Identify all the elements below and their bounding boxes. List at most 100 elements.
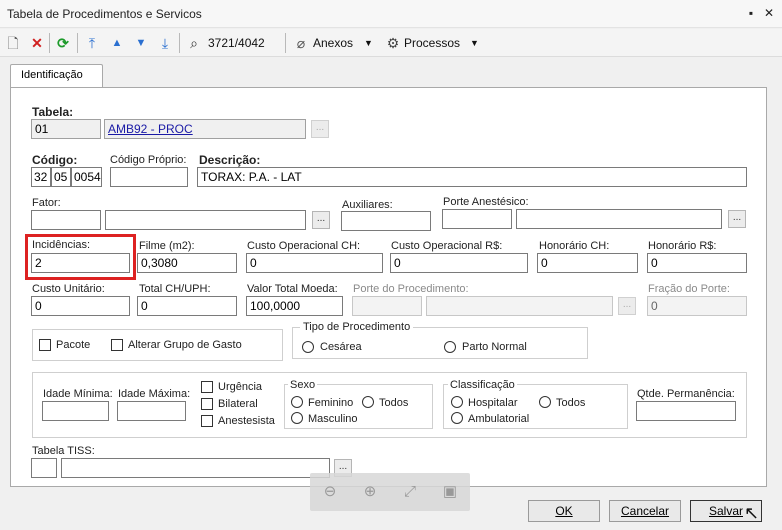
descricao-field[interactable]: TORAX: P.A. - LAT xyxy=(197,167,747,187)
fracao-porte-field[interactable]: 0 xyxy=(647,296,747,316)
sexo-masculino-radio[interactable] xyxy=(291,412,303,424)
alterar-grupo-checkbox[interactable] xyxy=(111,339,123,351)
urgencia-checkbox[interactable] xyxy=(201,381,213,393)
tabela-name-link[interactable]: AMB92 - PROC xyxy=(108,122,193,136)
fator-label: Fator: xyxy=(32,197,61,209)
filme-field[interactable]: 0,3080 xyxy=(137,253,237,273)
codigo-part-3[interactable]: 0054 xyxy=(71,167,102,187)
cancel-button[interactable]: Cancelar xyxy=(609,500,681,522)
tabela-code-field[interactable]: 01 xyxy=(31,119,101,139)
last-record-icon[interactable]: ⤓ xyxy=(156,34,174,52)
ok-button[interactable]: OK xyxy=(528,500,600,522)
incidencias-highlight xyxy=(25,234,136,280)
classificacao-todos-radio[interactable] xyxy=(539,396,551,408)
anestesista-label: Anestesista xyxy=(218,415,275,427)
attachments-dropdown-icon[interactable]: ▼ xyxy=(364,38,373,48)
porte-procedimento-label: Porte do Procedimento: xyxy=(353,283,469,295)
custo-unitario-label: Custo Unitário: xyxy=(32,283,105,295)
pacote-label: Pacote xyxy=(56,339,91,351)
descricao-label: Descrição: xyxy=(199,153,261,167)
presentation-icon[interactable]: ▣ xyxy=(441,483,459,501)
first-record-icon[interactable]: ⤒ xyxy=(83,34,101,52)
cesarea-label: Cesárea xyxy=(320,341,362,353)
gears-icon[interactable]: ⚙ xyxy=(384,34,402,52)
zoom-out-icon[interactable]: ⊖ xyxy=(321,483,339,501)
idade-maxima-field[interactable] xyxy=(117,401,186,421)
toolbar-separator xyxy=(285,33,286,53)
restore-icon[interactable]: ▪ xyxy=(744,6,758,20)
tabela-tiss-code-field[interactable] xyxy=(31,458,57,478)
valor-total-moeda-label: Valor Total Moeda: xyxy=(247,283,338,295)
fator-lookup-button[interactable]: ... xyxy=(312,211,330,229)
close-icon[interactable]: ✕ xyxy=(762,6,776,20)
binoculars-icon[interactable]: ⌕ xyxy=(185,34,203,52)
custo-unitario-field[interactable]: 0 xyxy=(31,296,130,316)
classificacao-label: Classificação xyxy=(448,379,517,391)
classificacao-ambulatorial-radio[interactable] xyxy=(451,412,463,424)
alterar-grupo-label: Alterar Grupo de Gasto xyxy=(128,339,242,351)
qtde-permanencia-field[interactable] xyxy=(636,401,736,421)
idade-minima-field[interactable] xyxy=(42,401,109,421)
sexo-todos-label: Todos xyxy=(379,397,409,409)
bilateral-label: Bilateral xyxy=(218,398,258,410)
next-record-icon[interactable]: ▼ xyxy=(132,34,150,52)
parto-normal-radio[interactable] xyxy=(444,341,456,353)
new-record-icon[interactable]: 🗋 xyxy=(4,34,22,52)
processes-dropdown-icon[interactable]: ▼ xyxy=(470,38,479,48)
tipo-procedimento-label: Tipo de Procedimento xyxy=(300,321,414,333)
codigo-part-1[interactable]: 32 xyxy=(31,167,51,187)
codigo-part-2[interactable]: 05 xyxy=(51,167,71,187)
processes-menu[interactable]: Processos xyxy=(404,36,460,50)
porte-anestesico-name-field[interactable] xyxy=(516,209,722,229)
custo-operacional-ch-label: Custo Operacional CH: xyxy=(247,240,361,252)
auxiliares-field[interactable] xyxy=(341,211,431,231)
attachments-menu[interactable]: Anexos xyxy=(313,36,353,50)
custo-operacional-rs-field[interactable]: 0 xyxy=(390,253,528,273)
toolbar-separator xyxy=(179,33,180,53)
idade-maxima-label: Idade Máxima: xyxy=(118,388,191,400)
paperclip-icon[interactable]: ⌀ xyxy=(292,34,310,52)
honorario-ch-field[interactable]: 0 xyxy=(537,253,638,273)
porte-procedimento-lookup-button[interactable]: ... xyxy=(618,297,636,315)
mouse-cursor-icon: ↖ xyxy=(744,503,760,523)
delete-icon[interactable]: ✕ xyxy=(28,34,46,52)
cesarea-radio[interactable] xyxy=(302,341,314,353)
tabela-lookup-button[interactable]: ... xyxy=(311,120,329,138)
sexo-feminino-label: Feminino xyxy=(308,397,354,409)
sexo-todos-radio[interactable] xyxy=(362,396,374,408)
save-button-label: Salvar xyxy=(708,504,743,518)
custo-operacional-ch-field[interactable]: 0 xyxy=(246,253,383,273)
pacote-checkbox[interactable] xyxy=(39,339,51,351)
porte-anestesico-lookup-button[interactable]: ... xyxy=(728,210,746,228)
tabela-name-field[interactable]: AMB92 - PROC xyxy=(104,119,306,139)
bilateral-checkbox[interactable] xyxy=(201,398,213,410)
porte-procedimento-code-field[interactable] xyxy=(352,296,422,316)
classificacao-hospitalar-radio[interactable] xyxy=(451,396,463,408)
porte-anestesico-label: Porte Anestésico: xyxy=(443,196,529,208)
anestesista-checkbox[interactable] xyxy=(201,415,213,427)
idade-minima-label: Idade Mínima: xyxy=(43,388,113,400)
zoom-in-icon[interactable]: ⊕ xyxy=(361,483,379,501)
total-ch-uph-field[interactable]: 0 xyxy=(137,296,237,316)
fator-code-field[interactable] xyxy=(31,210,101,230)
fullscreen-icon[interactable]: ⤢ xyxy=(401,483,419,501)
zoom-toolbar: ⊖ ⊕ ⤢ ▣ xyxy=(310,473,470,511)
tabela-tiss-name-field[interactable] xyxy=(61,458,330,478)
classificacao-hospitalar-label: Hospitalar xyxy=(468,397,518,409)
cancel-button-label: Cancelar xyxy=(620,504,670,518)
title-bar: Tabela de Procedimentos e Servicos ▪ ✕ xyxy=(0,0,782,28)
tabela-tiss-label: Tabela TISS: xyxy=(32,445,95,457)
honorario-rs-field[interactable]: 0 xyxy=(647,253,747,273)
sexo-feminino-radio[interactable] xyxy=(291,396,303,408)
codigo-proprio-field[interactable] xyxy=(110,167,188,187)
porte-procedimento-name-field[interactable] xyxy=(426,296,613,316)
refresh-icon[interactable]: ⟳ xyxy=(54,34,72,52)
tab-identificacao[interactable]: Identificação xyxy=(10,64,103,88)
previous-record-icon[interactable]: ▲ xyxy=(108,34,126,52)
fator-name-field[interactable] xyxy=(105,210,306,230)
record-counter: 3721/4042 xyxy=(208,36,265,50)
tabela-label: Tabela: xyxy=(32,105,74,119)
valor-total-moeda-field[interactable]: 100,0000 xyxy=(246,296,343,316)
custo-operacional-rs-label: Custo Operacional R$: xyxy=(391,240,503,252)
porte-anestesico-code-field[interactable] xyxy=(442,209,512,229)
